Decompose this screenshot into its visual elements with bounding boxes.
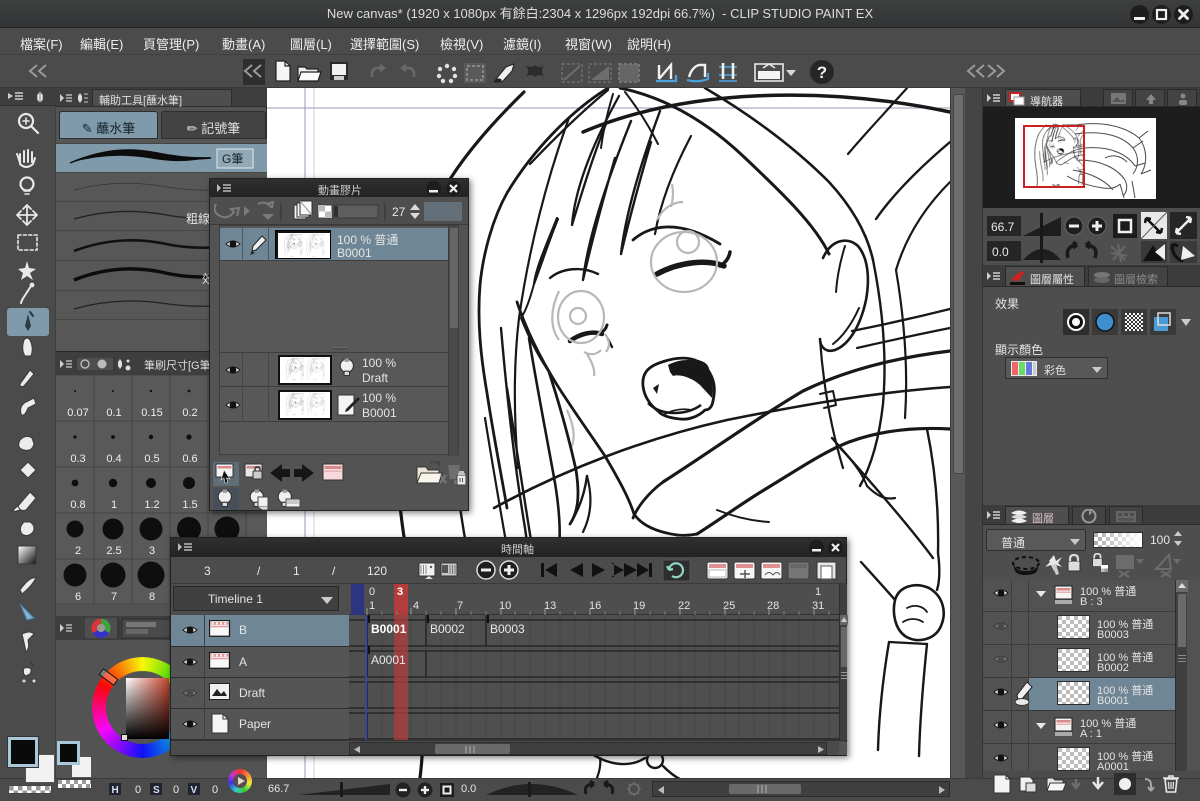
svg-text:2: 2 xyxy=(75,545,81,557)
svg-text:B0001: B0001 xyxy=(371,622,407,636)
svg-text:A0001: A0001 xyxy=(371,653,406,667)
svg-text:1.5: 1.5 xyxy=(182,499,197,511)
svg-text:7: 7 xyxy=(111,591,117,603)
svg-text:?: ? xyxy=(817,63,827,82)
svg-text:3: 3 xyxy=(204,564,211,578)
svg-text:/: / xyxy=(257,564,261,578)
svg-text:66.7: 66.7 xyxy=(991,220,1015,234)
svg-text:27: 27 xyxy=(392,205,406,219)
svg-text:0.1: 0.1 xyxy=(106,407,121,419)
svg-text:2.5: 2.5 xyxy=(106,545,121,557)
svg-text:G筆: G筆 xyxy=(222,152,243,166)
svg-text:120: 120 xyxy=(367,564,387,578)
svg-text:粗線: 粗線 xyxy=(186,211,210,226)
svg-text:V: V xyxy=(191,785,198,796)
svg-text:H: H xyxy=(112,785,119,796)
svg-text:B0003: B0003 xyxy=(490,622,525,636)
svg-text:B0002: B0002 xyxy=(430,622,465,636)
svg-text:0.6: 0.6 xyxy=(182,453,197,465)
svg-text:0.8: 0.8 xyxy=(70,499,85,511)
svg-text:6: 6 xyxy=(75,591,81,603)
svg-text:S: S xyxy=(153,785,160,796)
svg-text:0: 0 xyxy=(173,784,179,796)
svg-text:1: 1 xyxy=(293,564,300,578)
svg-text:3: 3 xyxy=(149,545,155,557)
svg-text:0.3: 0.3 xyxy=(70,453,85,465)
svg-text:0: 0 xyxy=(212,784,218,796)
svg-text:0.5: 0.5 xyxy=(144,453,159,465)
svg-text:0.2: 0.2 xyxy=(182,407,197,419)
svg-text:8: 8 xyxy=(149,591,155,603)
svg-text:0.0: 0.0 xyxy=(992,245,1009,259)
svg-text:0.15: 0.15 xyxy=(141,407,162,419)
svg-text:1.2: 1.2 xyxy=(144,499,159,511)
svg-text:0.07: 0.07 xyxy=(67,407,88,419)
svg-text:0.4: 0.4 xyxy=(106,453,121,465)
svg-text:0: 0 xyxy=(135,784,141,796)
svg-text:1: 1 xyxy=(111,499,117,511)
svg-text:/: / xyxy=(332,564,336,578)
